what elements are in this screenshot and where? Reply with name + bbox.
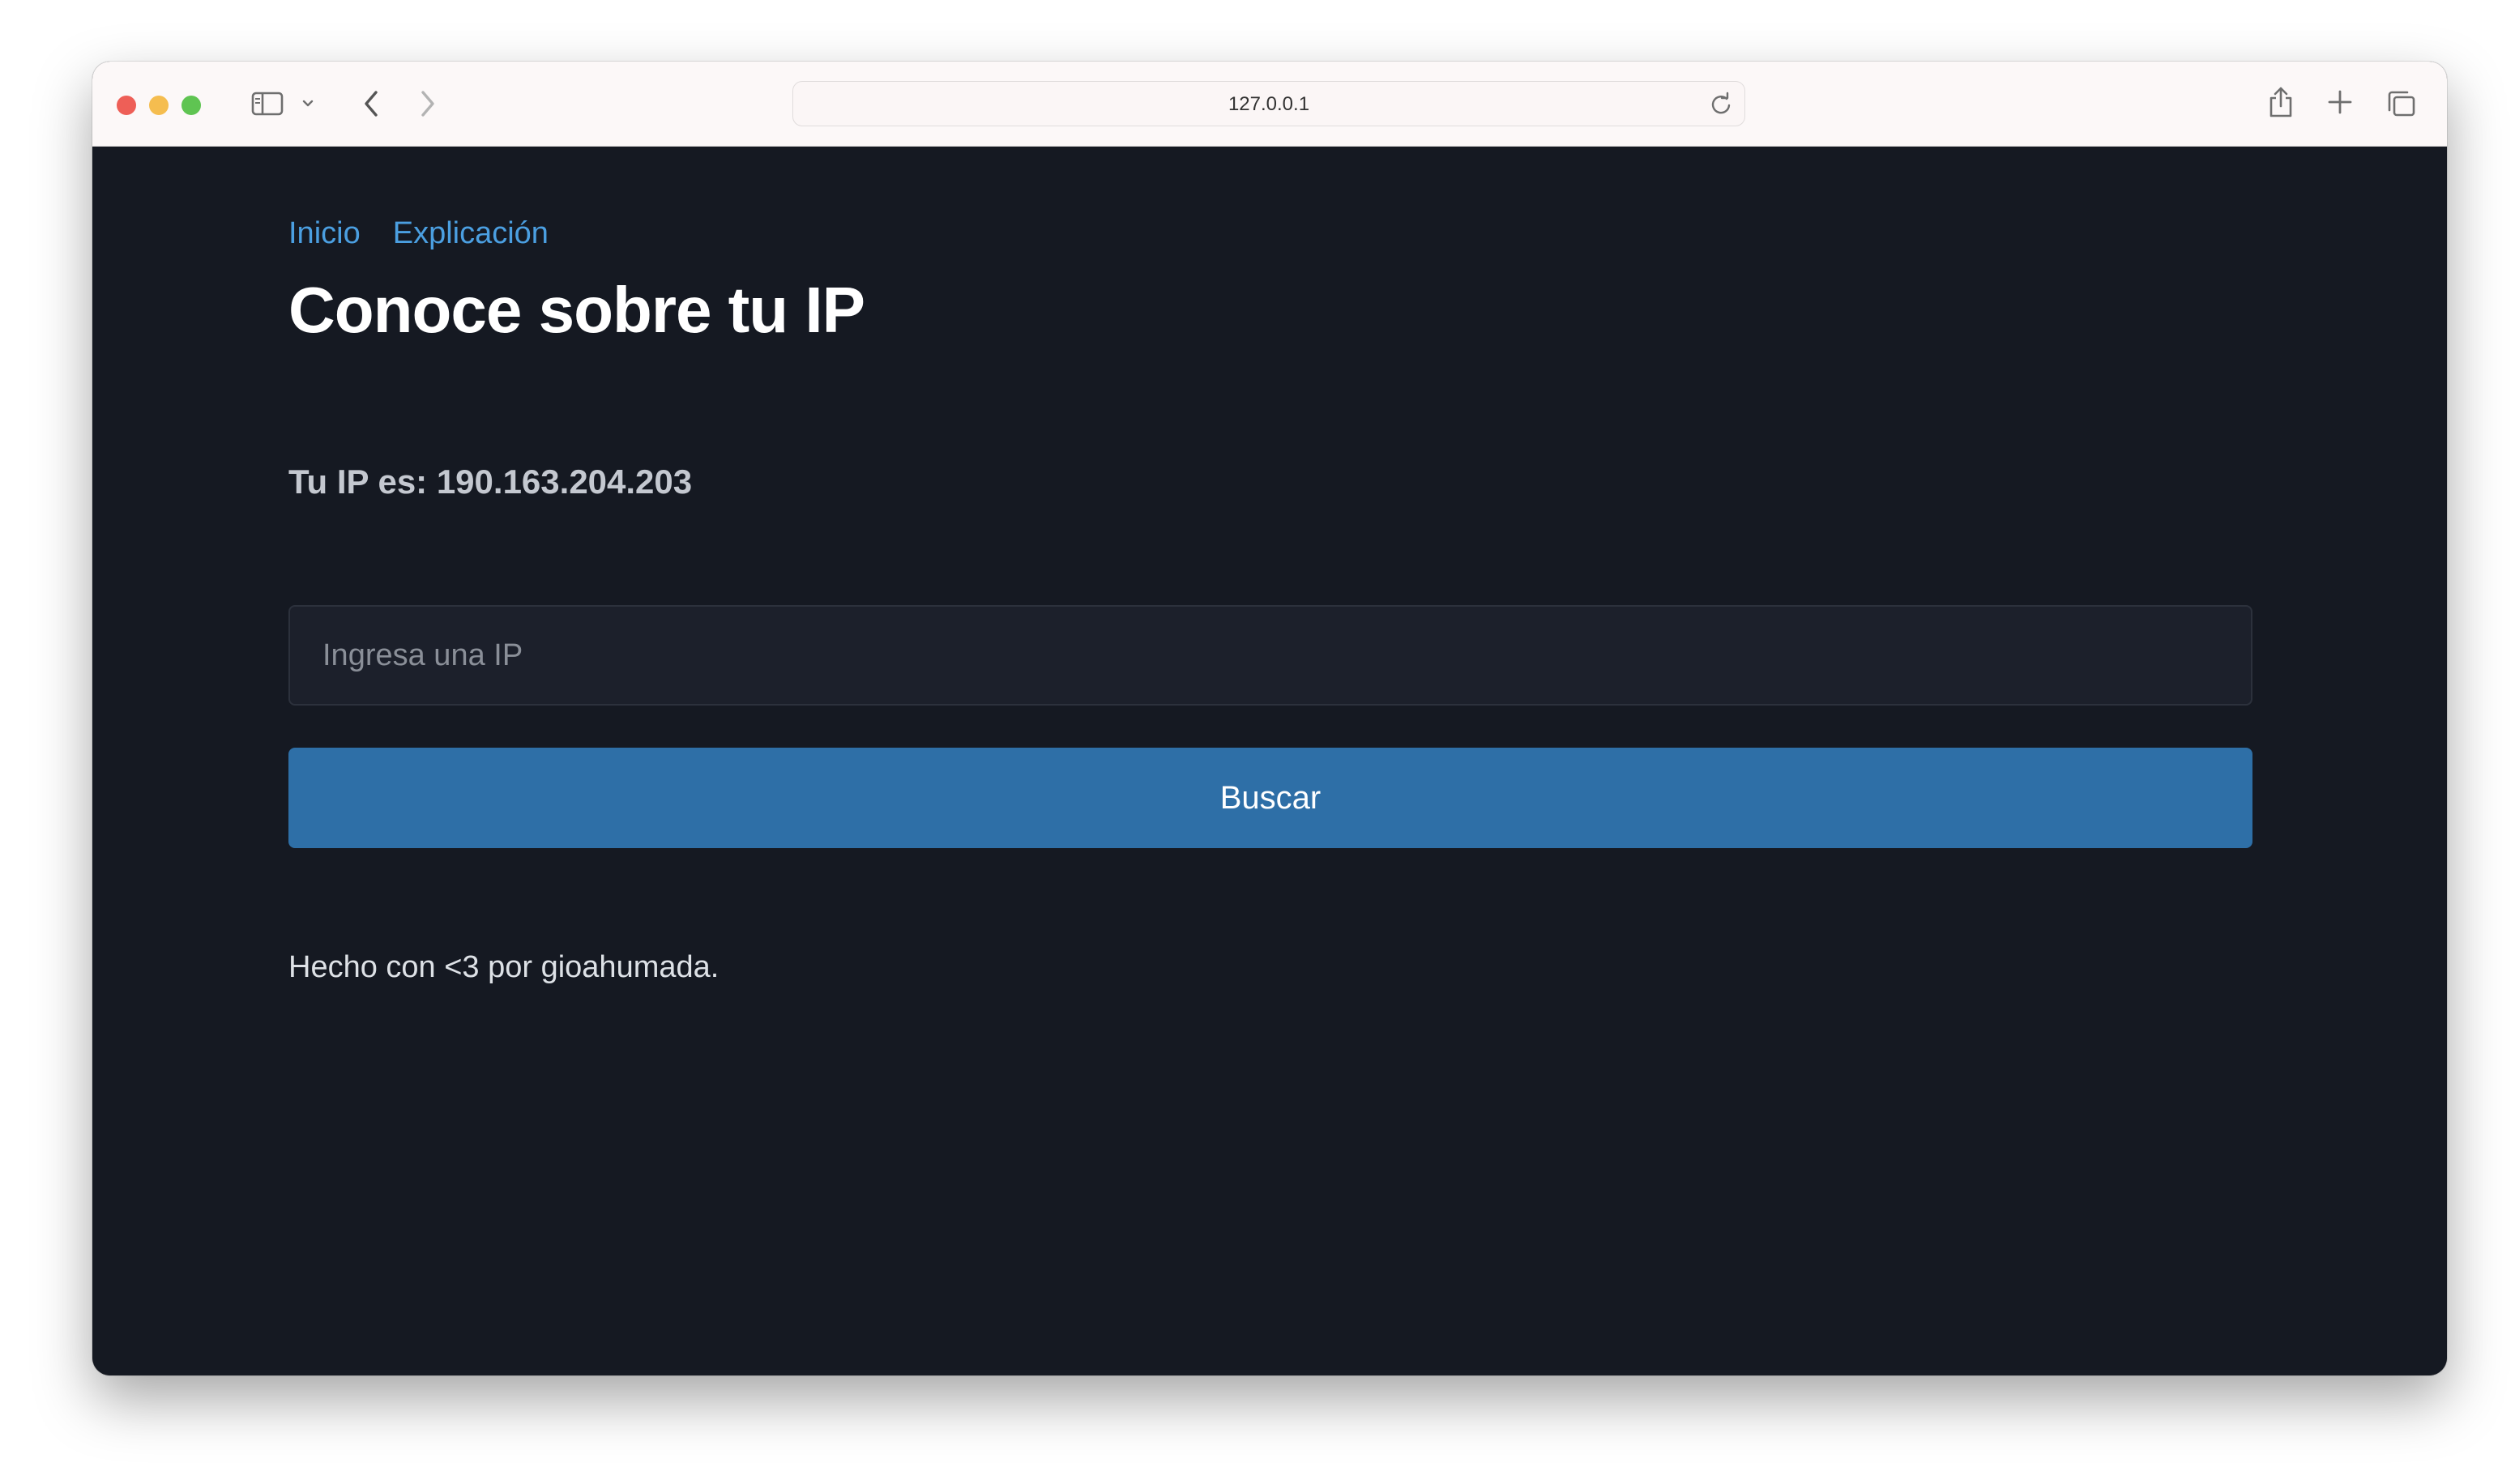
page-content: Inicio Explicación Conoce sobre tu IP Tu… xyxy=(92,147,2447,1375)
share-icon[interactable] xyxy=(2265,83,2296,122)
nav-link-explicacion[interactable]: Explicación xyxy=(393,216,549,251)
chevron-left-icon xyxy=(365,91,378,117)
top-nav: Inicio Explicación xyxy=(288,216,549,251)
ip-search-input[interactable] xyxy=(288,605,2252,706)
search-button[interactable]: Buscar xyxy=(288,748,2252,848)
browser-window: 127.0.0.1 Inicio Explicación Conoce sobr… xyxy=(92,62,2447,1375)
zoom-window-button[interactable] xyxy=(181,96,201,115)
forward-button[interactable] xyxy=(412,86,444,122)
plus-icon[interactable] xyxy=(2325,87,2355,117)
reload-icon[interactable] xyxy=(1707,90,1735,117)
chevron-down-icon[interactable] xyxy=(300,96,316,112)
close-window-button[interactable] xyxy=(117,96,136,115)
address-bar[interactable]: 127.0.0.1 xyxy=(792,81,1745,126)
tabs-icon[interactable] xyxy=(2385,87,2418,120)
browser-toolbar: 127.0.0.1 xyxy=(92,62,2447,147)
nav-link-inicio[interactable]: Inicio xyxy=(288,216,361,251)
current-ip-text: Tu IP es: 190.163.204.203 xyxy=(288,463,693,501)
url-text: 127.0.0.1 xyxy=(1228,93,1310,115)
page-title: Conoce sobre tu IP xyxy=(288,274,865,346)
footer-credit: Hecho con <3 por gioahumada. xyxy=(288,950,719,984)
back-button[interactable] xyxy=(355,86,387,122)
minimize-window-button[interactable] xyxy=(149,96,169,115)
sidebar-icon[interactable] xyxy=(250,91,285,117)
chevron-right-icon xyxy=(421,91,434,117)
